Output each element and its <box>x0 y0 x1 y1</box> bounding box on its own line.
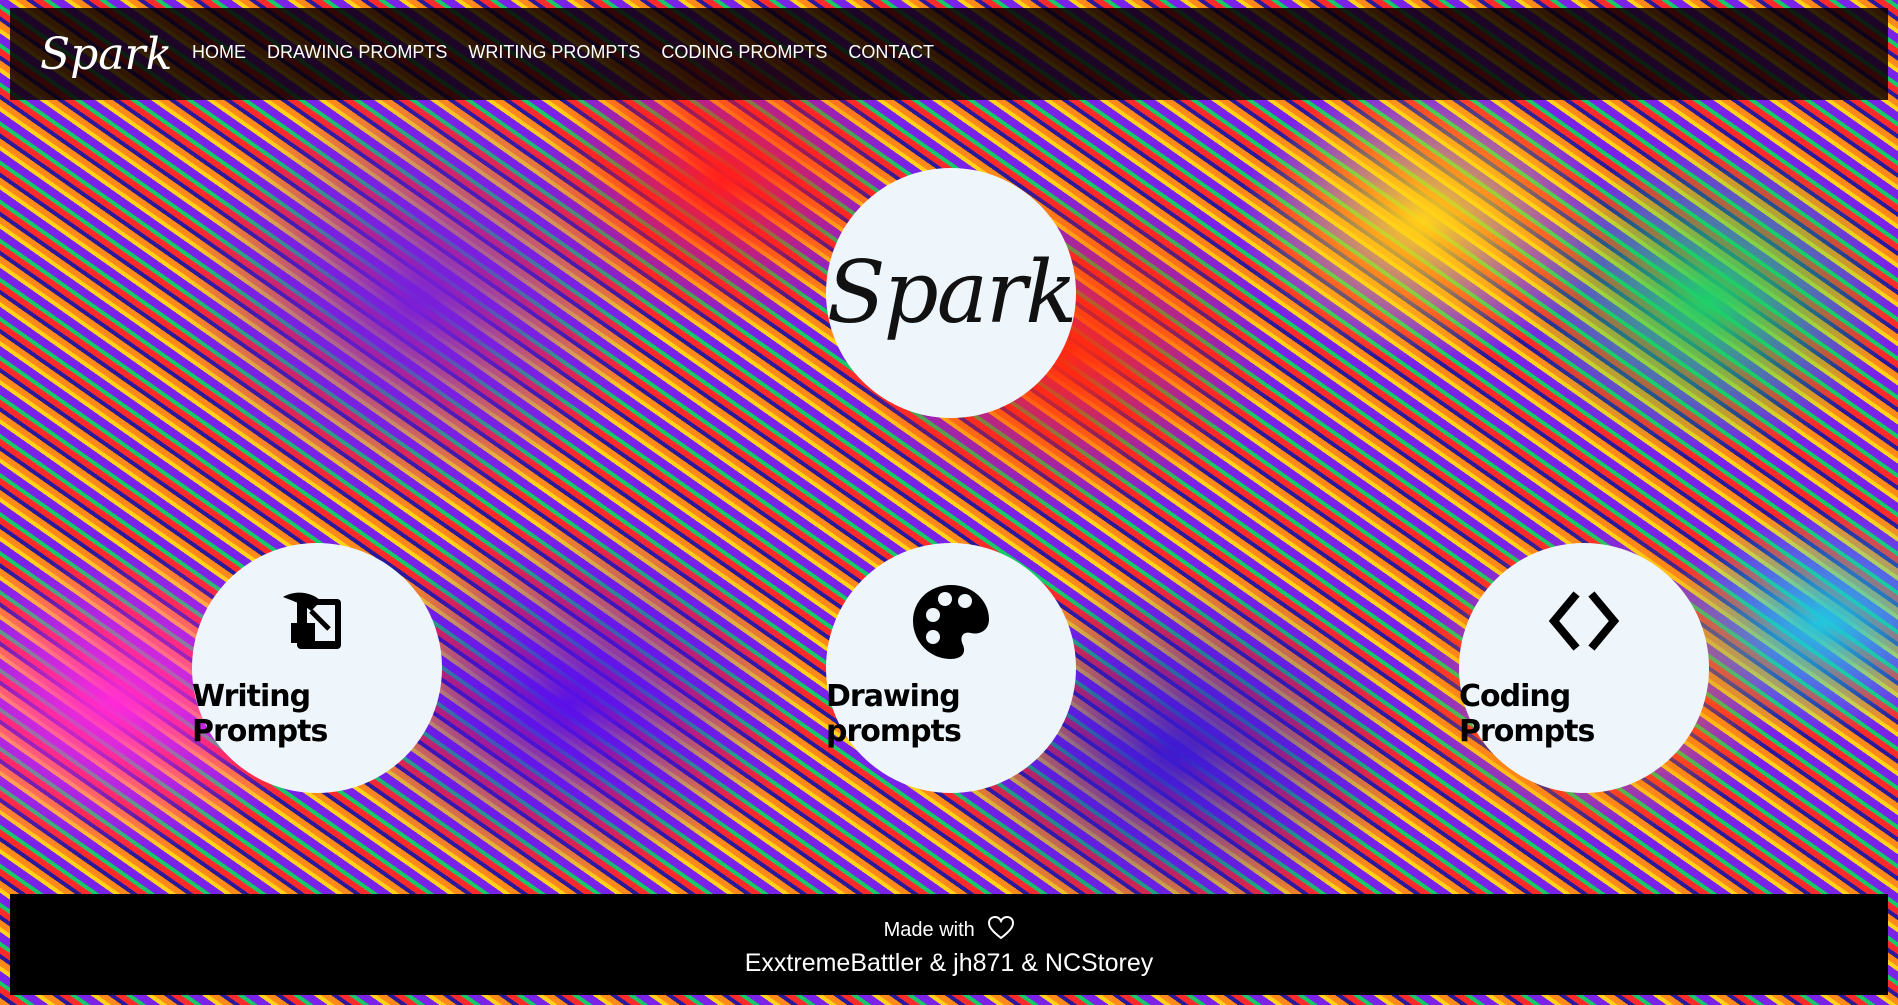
page-frame: Spark HOME DRAWING PROMPTS WRITING PROMP… <box>10 8 1888 995</box>
heart-icon <box>988 915 1015 940</box>
drawing-prompts-label: Drawing prompts <box>826 679 962 749</box>
writing-prompts-label: Writing Prompts <box>192 679 328 749</box>
writing-icon <box>283 592 341 649</box>
nav-link-home[interactable]: HOME <box>192 42 246 63</box>
nav-link-coding[interactable]: CODING PROMPTS <box>661 42 827 63</box>
hero-logo: Spark <box>826 243 1077 343</box>
navbar: Spark HOME DRAWING PROMPTS WRITING PROMP… <box>10 8 1888 100</box>
coding-prompts-card[interactable]: Coding Prompts <box>1459 543 1709 793</box>
made-with-line: Made with <box>10 915 1888 942</box>
nav-links: HOME DRAWING PROMPTS WRITING PROMPTS COD… <box>192 42 955 63</box>
nav-link-writing[interactable]: WRITING PROMPTS <box>468 42 640 63</box>
nav-link-contact[interactable]: CONTACT <box>848 42 934 63</box>
footer-authors: ExxtremeBattler & jh871 & NCStorey <box>744 949 1154 977</box>
palette-icon <box>913 585 989 659</box>
writing-prompts-card[interactable]: Writing Prompts <box>192 543 442 793</box>
drawing-prompts-card[interactable]: Drawing prompts <box>826 543 1076 793</box>
nav-logo[interactable]: Spark <box>40 12 172 98</box>
made-with-text: Made with <box>883 919 975 941</box>
coding-prompts-label: Coding Prompts <box>1459 679 1595 749</box>
footer: Made with ExxtremeBattler & jh871 & NCSt… <box>10 894 1888 995</box>
nav-link-drawing[interactable]: DRAWING PROMPTS <box>267 42 447 63</box>
code-icon <box>1548 591 1620 651</box>
hero-logo-circle: Spark <box>826 168 1077 418</box>
